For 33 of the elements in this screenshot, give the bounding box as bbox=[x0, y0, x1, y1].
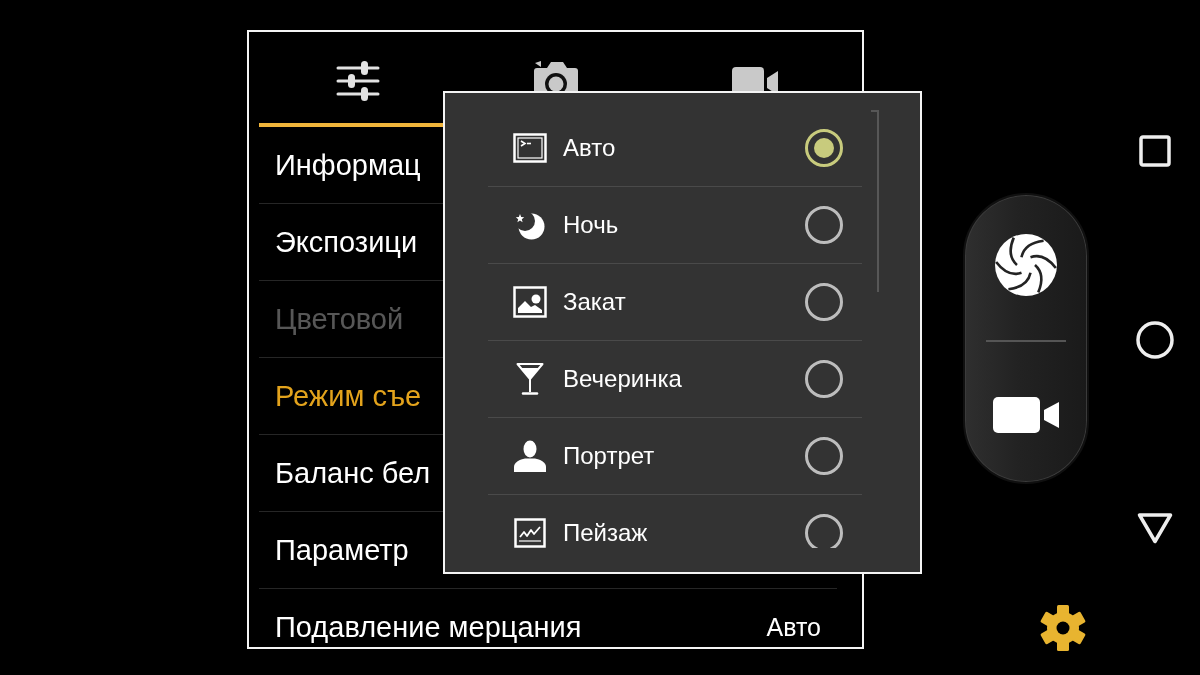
radio-button[interactable] bbox=[805, 514, 843, 548]
line-chart-frame-icon bbox=[514, 518, 546, 548]
circle-icon[interactable] bbox=[1136, 321, 1174, 359]
setting-label[interactable]: Подавление мерцания bbox=[275, 610, 582, 644]
prompt-window-icon bbox=[513, 133, 547, 163]
setting-label[interactable]: Информац bbox=[275, 148, 421, 182]
setting-label[interactable]: Режим съе bbox=[275, 379, 422, 413]
landscape-picture-icon bbox=[513, 286, 547, 318]
radio-button[interactable] bbox=[805, 206, 843, 244]
person-icon bbox=[514, 440, 546, 472]
camera-icon[interactable] bbox=[533, 60, 580, 91]
setting-label[interactable]: Экспозици bbox=[275, 225, 418, 259]
setting-label[interactable]: Параметр bbox=[275, 533, 409, 567]
video-camera-icon[interactable] bbox=[731, 67, 778, 91]
option-label[interactable]: Авто bbox=[563, 134, 616, 162]
radio-button[interactable] bbox=[805, 283, 843, 321]
triangle-icon[interactable] bbox=[1137, 512, 1173, 544]
aperture-icon[interactable] bbox=[994, 233, 1058, 297]
square-icon[interactable] bbox=[1139, 135, 1171, 167]
setting-label[interactable]: Баланс бел bbox=[275, 456, 431, 490]
radio-button[interactable] bbox=[805, 360, 843, 398]
sliders-icon[interactable] bbox=[336, 60, 381, 102]
option-label[interactable]: Ночь bbox=[563, 211, 619, 239]
option-label[interactable]: Закат bbox=[563, 288, 626, 316]
radio-button[interactable] bbox=[805, 437, 843, 475]
option-label[interactable]: Вечеринка bbox=[563, 365, 682, 393]
cocktail-glass-icon bbox=[516, 362, 544, 396]
settings-icon[interactable] bbox=[1040, 605, 1086, 651]
setting-value: Авто bbox=[766, 612, 821, 642]
radio-button[interactable] bbox=[805, 129, 843, 167]
video-camera-icon[interactable] bbox=[993, 397, 1059, 433]
option-label[interactable]: Портрет bbox=[563, 442, 655, 470]
option-label[interactable]: Пейзаж bbox=[563, 519, 648, 547]
